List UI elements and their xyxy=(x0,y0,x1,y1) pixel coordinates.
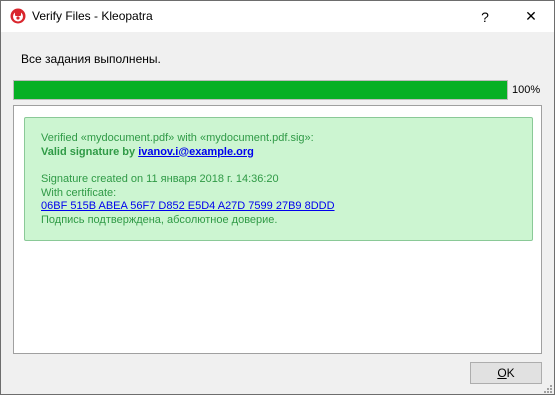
help-button[interactable]: ? xyxy=(462,1,508,32)
close-icon: ✕ xyxy=(525,8,537,24)
kleopatra-icon xyxy=(10,8,26,24)
valid-signature-line: Valid signature by ivanov.i@example.org xyxy=(41,146,532,160)
results-panel: Verified «mydocument.pdf» with «mydocume… xyxy=(13,105,542,354)
trust-status-line: Подпись подтверждена, абсолютное доверие… xyxy=(41,213,278,226)
verify-files-dialog: Verify Files - Kleopatra ? ✕ Все задания… xyxy=(0,0,555,395)
help-icon: ? xyxy=(481,8,489,25)
resize-grip-icon[interactable] xyxy=(541,382,553,394)
signer-email-link[interactable]: ivanov.i@example.org xyxy=(138,146,254,158)
verification-result: Verified «mydocument.pdf» with «mydocume… xyxy=(24,117,533,241)
window-title: Verify Files - Kleopatra xyxy=(32,9,153,23)
ok-button[interactable]: OK xyxy=(470,362,542,384)
verified-files-line: Verified «mydocument.pdf» with «mydocume… xyxy=(41,132,314,144)
status-message: Все задания выполнены. xyxy=(21,52,161,66)
title-bar[interactable]: Verify Files - Kleopatra ? ✕ xyxy=(1,1,554,32)
valid-signature-prefix: Valid signature by xyxy=(41,145,139,158)
progress-bar xyxy=(13,80,508,100)
signature-created-line: Signature created on 11 января 2018 г. 1… xyxy=(41,173,279,185)
progress-fill xyxy=(14,81,507,99)
ok-label-rest: K xyxy=(506,366,515,380)
certificate-fingerprint-link[interactable]: 06BF 515B ABEA 56F7 D852 E5D4 A27D 7599 … xyxy=(41,200,335,212)
ok-accelerator: O xyxy=(497,366,507,380)
close-button[interactable]: ✕ xyxy=(508,1,554,32)
progress-percent: 100% xyxy=(512,84,541,96)
with-certificate-label: With certificate: xyxy=(41,186,117,199)
